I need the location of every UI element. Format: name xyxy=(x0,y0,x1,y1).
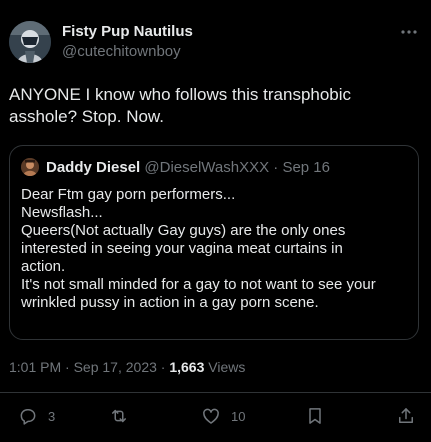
quoted-author-name[interactable]: Daddy Diesel xyxy=(46,159,140,176)
reply-count: 3 xyxy=(48,408,56,424)
quoted-author-avatar[interactable] xyxy=(21,158,39,176)
quoted-tweet-date[interactable]: Sep 16 xyxy=(282,159,330,176)
bookmark-button[interactable] xyxy=(305,405,325,427)
author-name[interactable]: Fisty Pup Nautilus xyxy=(62,23,193,40)
tweet-time[interactable]: 1:01 PM xyxy=(9,359,61,375)
like-button[interactable]: 10 xyxy=(201,405,245,427)
share-button[interactable] xyxy=(396,405,416,427)
heart-icon xyxy=(201,406,221,426)
quoted-tweet-text: Dear Ftm gay porn performers... Newsflas… xyxy=(21,186,376,311)
quoted-tweet-card[interactable]: Daddy Diesel @DieselWashXXX · Sep 16 Dea… xyxy=(9,145,419,340)
share-icon xyxy=(396,406,416,426)
quoted-author-avatar-image xyxy=(21,158,39,176)
quoted-author-handle[interactable]: @DieselWashXXX xyxy=(144,159,269,176)
tweet-text: ANYONE I know who follows this transphob… xyxy=(9,85,352,126)
views-label: Views xyxy=(204,359,246,375)
author-handle[interactable]: @cutechitownboy xyxy=(62,43,181,60)
tweet-meta: 1:01 PM · Sep 17, 2023 · 1,663 Views xyxy=(9,359,245,375)
bookmark-icon xyxy=(305,406,325,426)
tweet-date[interactable]: Sep 17, 2023 xyxy=(74,359,157,375)
retweet-button[interactable] xyxy=(109,405,139,427)
views-count: 1,663 xyxy=(169,359,205,375)
more-horizontal-icon[interactable] xyxy=(399,22,419,42)
author-avatar[interactable] xyxy=(9,21,51,63)
like-count: 10 xyxy=(231,408,246,424)
divider xyxy=(0,392,431,393)
reply-button[interactable]: 3 xyxy=(18,405,55,427)
meta-separator: · xyxy=(61,359,74,375)
author-avatar-image xyxy=(9,21,51,63)
tweet: Fisty Pup Nautilus @cutechitownboy ANYON… xyxy=(0,0,431,442)
quoted-tweet-header: Daddy Diesel @DieselWashXXX · Sep 16 xyxy=(46,159,330,176)
quoted-meta-separator: · xyxy=(269,159,283,176)
retweet-icon xyxy=(109,406,129,426)
reply-icon xyxy=(18,406,38,426)
meta-separator: · xyxy=(156,359,170,375)
